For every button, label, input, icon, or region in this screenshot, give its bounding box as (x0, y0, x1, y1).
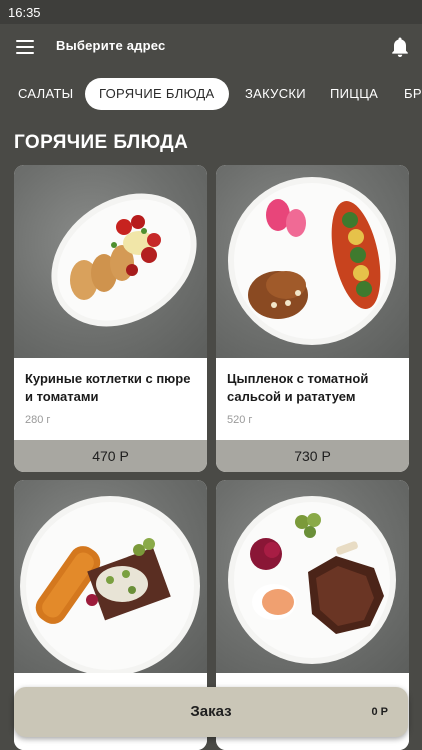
order-total: 0 Р (371, 706, 388, 718)
order-label: Заказ (190, 703, 232, 720)
product-weight: 520 г (227, 414, 253, 426)
category-tabs: САЛАТЫ ГОРЯЧИЕ БЛЮДА ЗАКУСКИ ПИЦЦА БРУ (0, 78, 422, 112)
product-photo (216, 480, 409, 673)
order-button[interactable]: Заказ 0 Р (14, 687, 408, 737)
product-name: Куриные котлетки с пюре и томатами (25, 371, 191, 404)
menu-icon[interactable] (16, 40, 34, 54)
address-selector[interactable]: Выберите адрес (56, 38, 165, 53)
product-photo (216, 165, 409, 358)
status-time: 16:35 (8, 4, 41, 20)
tab-hot-dishes[interactable]: ГОРЯЧИЕ БЛЮДА (85, 78, 229, 110)
product-card-chicken-salsa[interactable]: Цыпленок с томатной сальсой и рататуем 5… (216, 165, 409, 472)
product-photo (14, 480, 207, 676)
tab-snacks[interactable]: ЗАКУСКИ (245, 78, 306, 110)
tab-bru[interactable]: БРУ (404, 78, 422, 110)
bell-icon[interactable] (390, 36, 410, 58)
product-price-button[interactable]: 470 Р (14, 440, 207, 472)
product-photo (14, 165, 207, 358)
product-weight: 280 г (25, 414, 51, 426)
app-bar: Выберите адрес (0, 24, 422, 70)
product-name: Цыпленок с томатной сальсой и рататуем (227, 371, 369, 404)
tab-pizza[interactable]: ПИЦЦА (330, 78, 378, 110)
product-price-button[interactable]: 730 Р (216, 440, 409, 472)
product-info: Цыпленок с томатной сальсой и рататуем 5… (216, 358, 409, 440)
product-info: Куриные котлетки с пюре и томатами 280 г (14, 358, 207, 440)
section-title: ГОРЯЧИЕ БЛЮДА (14, 132, 189, 153)
status-bar: 16:35 (0, 0, 422, 24)
tab-salads[interactable]: САЛАТЫ (18, 78, 74, 110)
product-card-chicken-cutlets[interactable]: Куриные котлетки с пюре и томатами 280 г… (14, 165, 207, 472)
